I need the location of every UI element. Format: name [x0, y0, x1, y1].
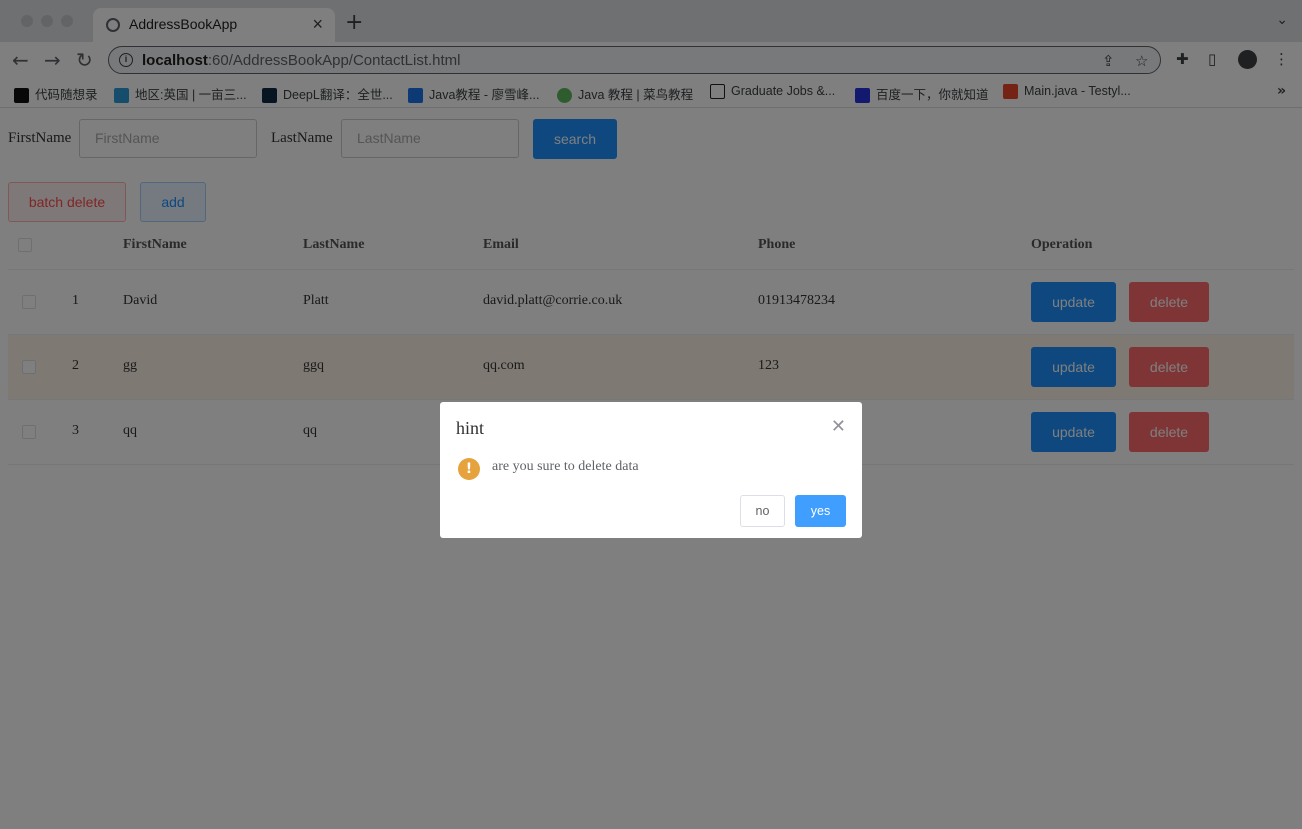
- close-icon[interactable]: ✕: [831, 416, 846, 437]
- warning-icon: !: [458, 458, 480, 480]
- yes-button[interactable]: yes: [795, 495, 846, 527]
- confirm-dialog: hint ✕ ! are you sure to delete data no …: [440, 402, 862, 538]
- dialog-title: hint: [456, 418, 485, 438]
- no-button[interactable]: no: [740, 495, 785, 527]
- dialog-message: are you sure to delete data: [492, 459, 639, 474]
